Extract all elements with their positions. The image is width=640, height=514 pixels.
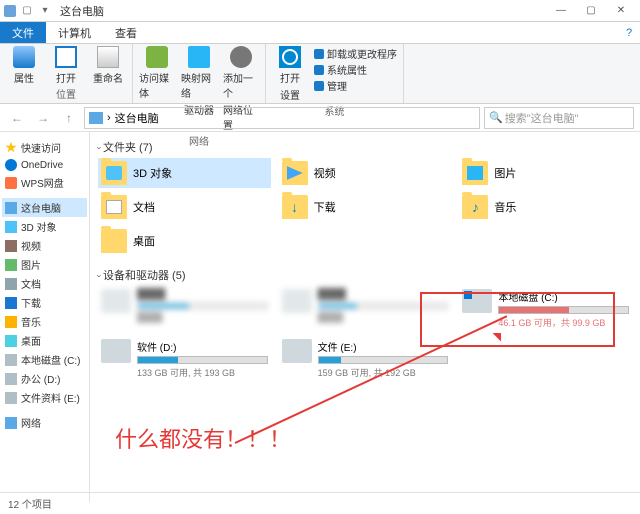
maximize-button[interactable]: ▢ xyxy=(576,0,606,22)
open-button[interactable]: 打开 xyxy=(48,46,84,85)
folder-music[interactable]: 音乐 xyxy=(459,192,632,222)
nav-3d[interactable]: 3D 对象 xyxy=(2,217,87,236)
nav-drive-c[interactable]: 本地磁盘 (C:) xyxy=(2,350,87,369)
properties-button[interactable]: 属性 xyxy=(6,46,42,85)
pc-icon xyxy=(89,112,103,124)
drive-hidden-1[interactable]: ████████ xyxy=(98,286,271,332)
nav-quick-access[interactable]: 快速访问 xyxy=(2,138,87,157)
tab-computer[interactable]: 计算机 xyxy=(46,22,103,43)
folder-videos[interactable]: 视频 xyxy=(279,158,452,188)
folder-downloads[interactable]: 下载 xyxy=(279,192,452,222)
nav-desktop[interactable]: 桌面 xyxy=(2,331,87,350)
quick-access-toolbar: ▢ ▾ xyxy=(20,4,52,18)
forward-button[interactable]: → xyxy=(32,107,54,129)
address-input[interactable]: › 这台电脑 xyxy=(84,107,480,129)
folder-3d[interactable]: 3D 对象 xyxy=(98,158,271,188)
folders-header[interactable]: ›文件夹 (7) xyxy=(98,136,632,158)
ribbon-tabs: 文件 计算机 查看 ? xyxy=(0,22,640,44)
rename-button[interactable]: 重命名 xyxy=(90,46,126,85)
search-input[interactable]: 🔍 搜索"这台电脑" xyxy=(484,107,634,129)
nav-drive-e[interactable]: 文件资料 (E:) xyxy=(2,388,87,407)
manage-button[interactable]: 管理 xyxy=(314,78,397,93)
title-bar: ▢ ▾ 这台电脑 — ▢ ✕ xyxy=(0,0,640,22)
nav-music[interactable]: 音乐 xyxy=(2,312,87,331)
up-button[interactable]: ↑ xyxy=(58,107,80,129)
app-icon xyxy=(4,5,16,17)
search-icon: 🔍 xyxy=(489,111,503,124)
nav-this-pc[interactable]: 这台电脑 xyxy=(2,198,87,217)
folder-pictures[interactable]: 图片 xyxy=(459,158,632,188)
close-button[interactable]: ✕ xyxy=(606,0,636,22)
uninstall-button[interactable]: 卸载或更改程序 xyxy=(314,46,397,61)
address-bar: ← → ↑ › 这台电脑 🔍 搜索"这台电脑" xyxy=(0,104,640,132)
drive-d[interactable]: 软件 (D:)133 GB 可用, 共 193 GB xyxy=(98,336,271,382)
open-settings-button[interactable]: 打开设置 xyxy=(272,46,308,102)
content-pane: ›文件夹 (7) 3D 对象 视频 图片 文档 下载 音乐 桌面 ›设备和驱动器… xyxy=(90,132,640,502)
sysprops-button[interactable]: 系统属性 xyxy=(314,62,397,77)
nav-docs[interactable]: 文档 xyxy=(2,274,87,293)
access-media-button[interactable]: 访问媒体 xyxy=(139,46,175,100)
nav-pictures[interactable]: 图片 xyxy=(2,255,87,274)
back-button[interactable]: ← xyxy=(6,107,28,129)
minimize-button[interactable]: — xyxy=(546,0,576,22)
window-title: 这台电脑 xyxy=(60,3,104,19)
tab-view[interactable]: 查看 xyxy=(103,22,149,43)
folder-desktop[interactable]: 桌面 xyxy=(98,226,271,256)
qat-btn[interactable]: ▾ xyxy=(38,4,52,18)
item-count: 12 个项目 xyxy=(8,496,52,511)
group-label: 位置 xyxy=(6,85,126,101)
nav-pane: 快速访问 OneDrive WPS网盘 这台电脑 3D 对象 视频 图片 文档 … xyxy=(0,132,90,502)
status-bar: 12 个项目 xyxy=(0,492,640,514)
help-button[interactable]: ? xyxy=(618,22,640,43)
tab-file[interactable]: 文件 xyxy=(0,22,46,43)
nav-network[interactable]: 网络 xyxy=(2,413,87,432)
ribbon: 属性 打开 重命名 位置 访问媒体 映射网络驱动器 添加一个网络位置 网络 打开… xyxy=(0,44,640,104)
qat-btn[interactable]: ▢ xyxy=(20,4,34,18)
annotation-text: 什么都没有！！！ xyxy=(115,422,291,454)
drives-header[interactable]: ›设备和驱动器 (5) xyxy=(98,264,632,286)
breadcrumb[interactable]: 这台电脑 xyxy=(115,110,159,126)
nav-videos[interactable]: 视频 xyxy=(2,236,87,255)
nav-downloads[interactable]: 下载 xyxy=(2,293,87,312)
nav-wps[interactable]: WPS网盘 xyxy=(2,173,87,192)
annotation-box xyxy=(420,292,615,347)
nav-drive-d[interactable]: 办公 (D:) xyxy=(2,369,87,388)
nav-onedrive[interactable]: OneDrive xyxy=(2,157,87,173)
folder-docs[interactable]: 文档 xyxy=(98,192,271,222)
